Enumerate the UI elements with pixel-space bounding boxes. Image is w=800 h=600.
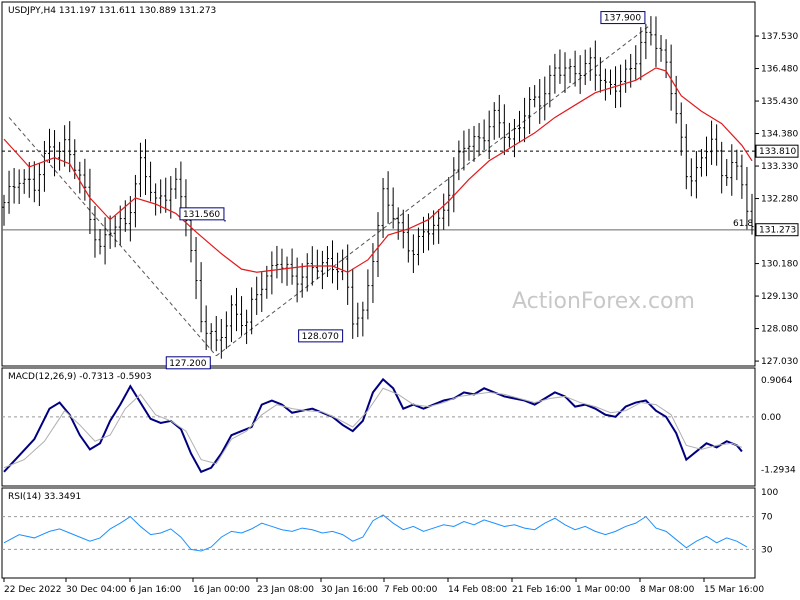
watermark: ActionForex.com xyxy=(512,289,695,314)
x-tick-label: 1 Mar 00:00 xyxy=(576,585,631,595)
annotation-label: 137.900 xyxy=(604,14,641,24)
x-tick-label: 6 Jan 16:00 xyxy=(130,585,182,595)
usdjpy-chart: ActionForex.com 137.900 131.560 128.070 127… xyxy=(1,1,799,595)
x-tick-label: 30 Jan 16:00 xyxy=(321,585,378,595)
rsi-header: RSI(14) 33.3491 xyxy=(8,492,81,502)
annotation-label: 128.070 xyxy=(302,332,339,342)
level-price-label: 133.810 xyxy=(759,147,796,157)
current-price-label: 131.273 xyxy=(759,226,796,236)
price-tick-label: 134.380 xyxy=(761,130,798,140)
price-tick-label: 130.180 xyxy=(761,260,798,270)
macd-tick-label: -1.2934 xyxy=(761,466,796,476)
annotation-label: 131.560 xyxy=(183,210,220,220)
x-tick-label: 22 Dec 2022 xyxy=(4,585,62,595)
annotation-label: 127.200 xyxy=(169,359,206,369)
macd-header: MACD(12,26,9) -0.7313 -0.5903 xyxy=(8,372,152,382)
price-tick-label: 129.130 xyxy=(761,292,798,302)
price-tick-label: 133.330 xyxy=(761,162,798,172)
macd-tick-label: 0.00 xyxy=(761,413,781,423)
x-tick-label: 21 Feb 16:00 xyxy=(512,585,571,595)
rsi-tick-label: 70 xyxy=(761,513,773,523)
price-tick-label: 137.530 xyxy=(761,32,798,42)
x-tick-label: 7 Feb 00:00 xyxy=(384,585,438,595)
x-tick-label: 14 Feb 08:00 xyxy=(448,585,507,595)
x-tick-label: 30 Dec 04:00 xyxy=(66,585,127,595)
rsi-tick-label: 100 xyxy=(761,488,778,498)
price-tick-label: 128.080 xyxy=(761,325,798,335)
x-tick-label: 23 Jan 08:00 xyxy=(257,585,314,595)
rsi-tick-label: 30 xyxy=(761,545,773,555)
price-header: USDJPY,H4 131.197 131.611 130.889 131.27… xyxy=(8,6,216,16)
price-tick-label: 135.430 xyxy=(761,97,798,107)
x-tick-label: 8 Mar 08:00 xyxy=(640,585,695,595)
macd-tick-label: 0.9064 xyxy=(761,376,793,386)
rsi-panel xyxy=(1,487,756,579)
price-tick-label: 127.030 xyxy=(761,357,798,367)
x-tick-label: 16 Jan 00:00 xyxy=(193,585,250,595)
price-tick-label: 136.480 xyxy=(761,65,798,75)
price-tick-label: 132.280 xyxy=(761,195,798,205)
x-tick-label: 15 Mar 16:00 xyxy=(704,585,764,595)
fib-label: 61.8 xyxy=(733,219,753,229)
